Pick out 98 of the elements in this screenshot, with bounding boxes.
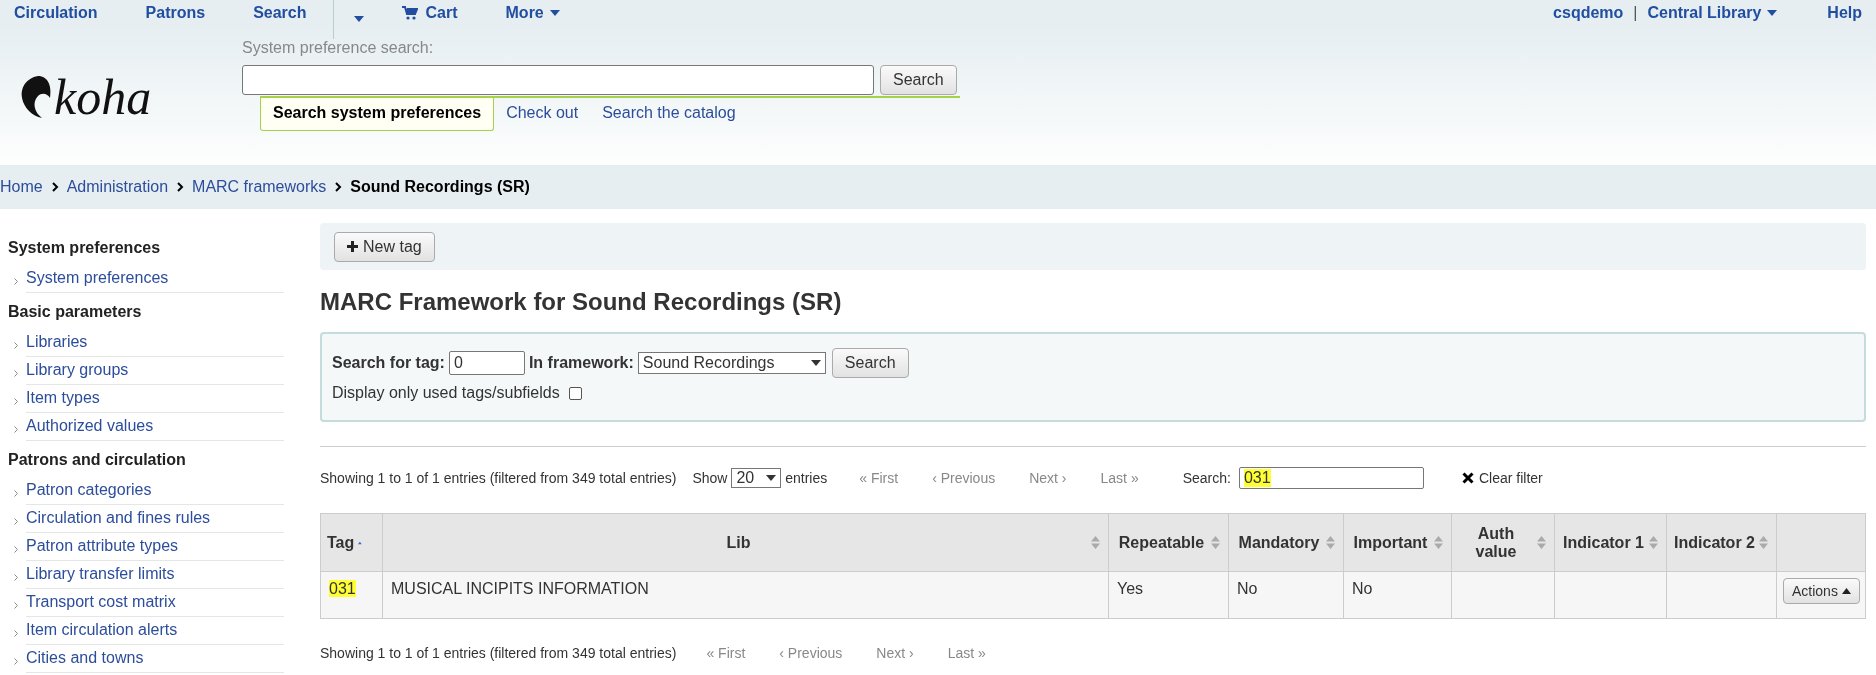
sort-icon xyxy=(1211,536,1220,549)
caret-icon xyxy=(1841,588,1851,594)
search-label: Search: xyxy=(1182,470,1231,486)
chevron-icon xyxy=(14,425,18,433)
sort-icon xyxy=(1091,536,1100,549)
table-cell: MUSICAL INCIPITS INFORMATION xyxy=(382,571,1109,619)
search-label: System preference search: xyxy=(242,39,435,57)
caret-icon xyxy=(1767,10,1778,16)
page-size-select[interactable]: 20 xyxy=(731,468,782,488)
sort-icon xyxy=(1649,536,1658,549)
chevron-icon xyxy=(14,517,18,525)
sort-icon xyxy=(1759,536,1768,549)
table-cell: 031 xyxy=(320,571,383,619)
page-title: MARC Framework for Sound Recordings (SR) xyxy=(320,288,843,316)
close-icon xyxy=(1461,472,1474,484)
table-search-field[interactable]: 031 xyxy=(1238,467,1424,489)
sidebar-link[interactable]: Item types xyxy=(26,385,284,413)
caret-icon xyxy=(810,360,821,366)
nav-link[interactable]: Circulation xyxy=(14,4,98,22)
sidebar-link[interactable]: Patron attribute types xyxy=(26,533,284,561)
chevron-icon xyxy=(14,369,18,377)
search-field[interactable] xyxy=(242,65,874,95)
header-tab[interactable]: Search system preferences xyxy=(260,98,495,131)
nav-link[interactable]: Search xyxy=(253,4,307,22)
koha-logo[interactable]: koha xyxy=(18,68,152,126)
help-link[interactable]: Help xyxy=(1827,4,1862,22)
library-menu[interactable]: Central Library xyxy=(1647,4,1778,22)
sidebar-heading: Patrons and circulation xyxy=(8,451,187,469)
sort-ascending-icon xyxy=(358,539,362,546)
chevron-icon xyxy=(50,182,59,192)
sort-icon xyxy=(1326,536,1335,549)
chevron-icon xyxy=(14,545,18,553)
breadcrumb-link[interactable]: MARC frameworks xyxy=(192,178,327,196)
chevron-icon xyxy=(14,277,18,285)
entries-info: Showing 1 to 1 of 1 entries (filtered from 349 total entries) xyxy=(320,470,677,486)
plus-icon xyxy=(347,241,358,252)
column-header[interactable]: Tag xyxy=(320,513,383,572)
chevron-icon xyxy=(14,573,18,581)
sidebar-link[interactable]: Patron categories xyxy=(26,477,284,505)
checkbox[interactable] xyxy=(568,386,582,400)
clear-filter-button[interactable]: Clear filter xyxy=(1461,470,1543,486)
search-button[interactable]: Search xyxy=(880,65,957,95)
sidebar-heading: Basic parameters xyxy=(8,303,143,321)
show-label: Show xyxy=(692,470,728,486)
user-link[interactable]: csqdemo xyxy=(1553,4,1624,22)
chevron-icon xyxy=(14,489,18,497)
sort-icon xyxy=(1537,536,1546,549)
sidebar-link[interactable]: Library groups xyxy=(26,357,284,385)
sidebar-heading: System preferences xyxy=(8,239,162,257)
breadcrumb-link[interactable]: Administration xyxy=(66,178,169,196)
header-tab[interactable]: Search the catalog xyxy=(590,98,748,131)
chevron-icon xyxy=(14,657,18,665)
caret-icon xyxy=(766,475,777,481)
search-button[interactable]: Search xyxy=(831,348,909,378)
table-cell: No xyxy=(1343,571,1452,619)
chevron-icon xyxy=(14,629,18,637)
caret-icon xyxy=(549,10,560,16)
column-header[interactable]: Repeatable xyxy=(1108,513,1229,572)
sidebar-link[interactable]: Authorized values xyxy=(26,413,284,441)
column-header[interactable]: Lib xyxy=(382,513,1109,572)
entries-label: entries xyxy=(785,470,828,486)
breadcrumb-link[interactable]: Home xyxy=(0,178,43,196)
framework-select[interactable]: Sound Recordings xyxy=(637,352,826,374)
column-header[interactable]: Indicator 1 xyxy=(1554,513,1667,572)
breadcrumb-current: Sound Recordings (SR) xyxy=(350,178,530,196)
sidebar-link[interactable]: Transport cost matrix xyxy=(26,589,284,617)
caret-icon xyxy=(353,16,364,22)
separator: | xyxy=(1633,4,1638,22)
table-cell: No xyxy=(1228,571,1344,619)
new-tag-button[interactable]: New tag xyxy=(334,231,435,262)
chevron-icon xyxy=(14,397,18,405)
sort-icon xyxy=(1434,536,1443,549)
actions-button[interactable]: Actions xyxy=(1783,578,1860,604)
chevron-icon xyxy=(14,601,18,609)
nav-menu[interactable]: More xyxy=(505,4,560,22)
header-tab[interactable]: Check out xyxy=(494,98,591,131)
cart-link[interactable]: Cart xyxy=(401,4,458,22)
column-header[interactable]: Auth value xyxy=(1451,513,1555,572)
sidebar-link[interactable]: Libraries xyxy=(26,329,284,357)
cart-icon xyxy=(401,6,418,20)
chevron-icon xyxy=(334,182,343,192)
entries-info: Showing 1 to 1 of 1 entries (filtered from 349 total entries) xyxy=(320,645,677,661)
sidebar-link[interactable]: Cities and towns xyxy=(26,645,284,673)
column-header[interactable]: Mandatory xyxy=(1228,513,1344,572)
nav-link[interactable]: Patrons xyxy=(145,4,206,22)
framework-label: In framework: xyxy=(528,354,634,372)
column-header[interactable]: Indicator 2 xyxy=(1666,513,1777,572)
sidebar-link[interactable]: Library transfer limits xyxy=(26,561,284,589)
tag-field[interactable]: 0 xyxy=(448,351,525,375)
tag-label: Search for tag: xyxy=(332,354,445,372)
chevron-icon xyxy=(14,341,18,349)
sidebar-link[interactable]: Item circulation alerts xyxy=(26,617,284,645)
chevron-icon xyxy=(176,182,185,192)
column-header[interactable]: Important xyxy=(1343,513,1452,572)
table-cell: Yes xyxy=(1108,571,1229,619)
sidebar-link[interactable]: System preferences xyxy=(26,265,284,293)
sidebar-link[interactable]: Circulation and fines rules xyxy=(26,505,284,533)
used-tags-label: Display only used tags/subfields xyxy=(332,384,560,402)
